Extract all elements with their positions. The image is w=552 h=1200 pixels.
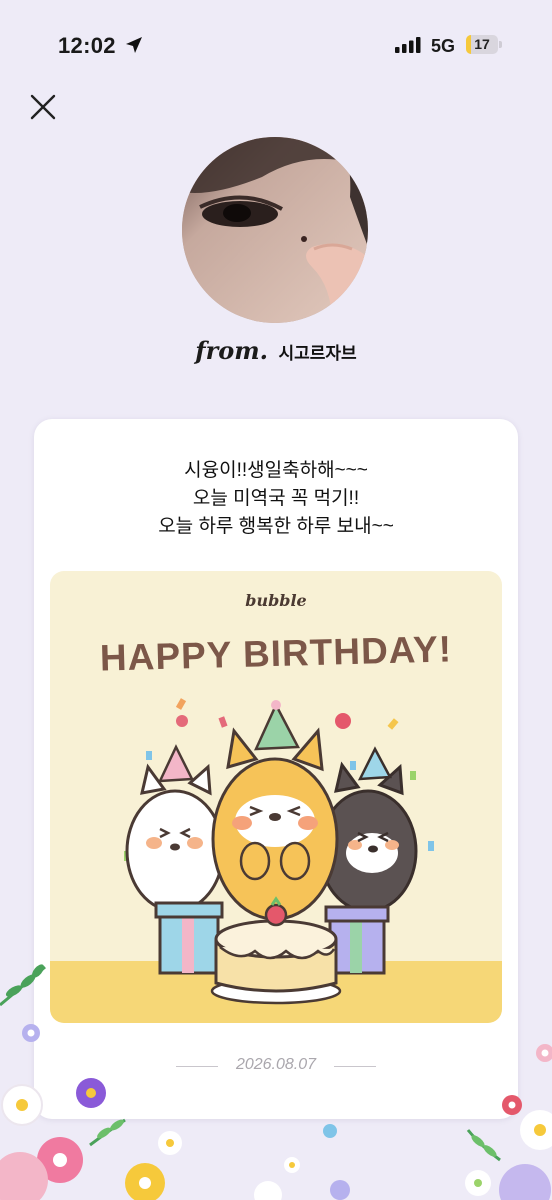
- birthday-cake-icon: [210, 896, 342, 1005]
- status-time: 12:02: [58, 33, 116, 58]
- message-line: 오늘 하루 행복한 하루 보내~~: [158, 516, 394, 537]
- from-row: from. 시고르자브: [0, 336, 552, 365]
- letter-date: 2026.08.07: [235, 1056, 317, 1073]
- from-label: from.: [195, 336, 269, 365]
- battery-level: 17: [474, 36, 490, 52]
- birthday-illustration: [50, 698, 502, 1023]
- close-button[interactable]: [26, 90, 60, 124]
- battery-indicator: 17: [466, 35, 502, 54]
- sender-avatar[interactable]: [182, 137, 368, 323]
- leaf-icon: [89, 1118, 501, 1162]
- avatar-photo: [182, 137, 368, 323]
- status-bar: 12:02 5G 17: [0, 0, 552, 90]
- network-type: 5G: [431, 36, 456, 56]
- letter-date-row: 2026.08.07: [34, 1055, 518, 1079]
- birthday-image[interactable]: bubble HAPPY BIRTHDAY!: [50, 571, 502, 1023]
- sender-name: 시고르자브: [278, 344, 357, 363]
- message-line: 오늘 미역국 꼭 먹기!!: [192, 488, 360, 509]
- message-line: 시융이!!생일축하해~~~: [184, 460, 368, 481]
- letter-card: 시융이!!생일축하해~~~ 오늘 미역국 꼭 먹기!! 오늘 하루 행복한 하루…: [34, 419, 518, 1119]
- letter-message: 시융이!!생일축하해~~~ 오늘 미역국 꼭 먹기!! 오늘 하루 행복한 하루…: [34, 457, 518, 541]
- signal-bars-icon: [395, 37, 421, 53]
- close-icon[interactable]: [26, 90, 60, 124]
- shiba-dog-character: [211, 700, 339, 921]
- location-arrow-icon: [126, 37, 142, 53]
- white-dog-character: [125, 744, 225, 913]
